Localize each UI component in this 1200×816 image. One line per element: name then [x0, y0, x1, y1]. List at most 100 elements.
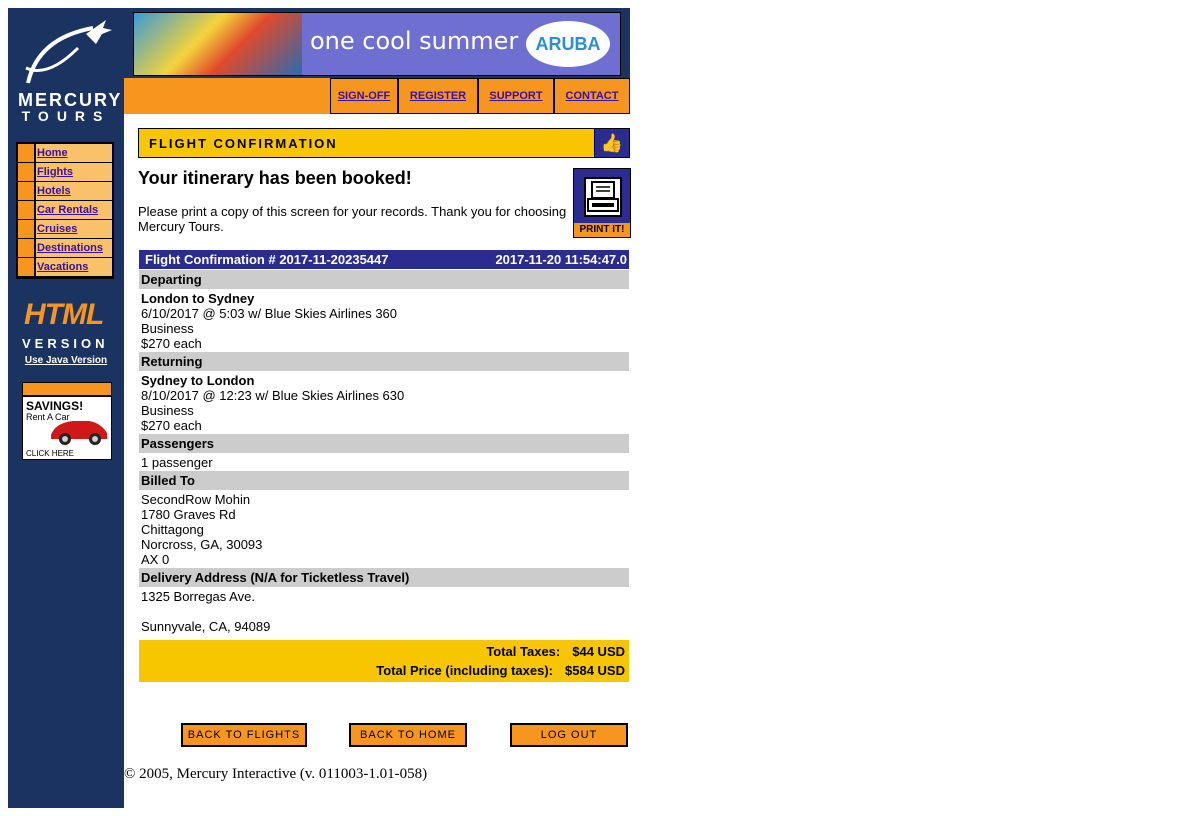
nav-bullet	[18, 144, 34, 162]
departing-price: $270 each	[141, 336, 202, 351]
back-to-home-button[interactable]: BACK TO HOME	[349, 723, 467, 747]
departing-header: Departing	[139, 270, 629, 289]
logo-line2: TOURS	[21, 108, 111, 124]
top-menu: SIGN-OFF REGISTER SUPPORT CONTACT	[124, 78, 630, 114]
returning-class: Business	[141, 403, 194, 418]
nav-bullet	[18, 239, 34, 257]
menu-item-contact: CONTACT	[554, 78, 630, 114]
menu-item-register: REGISTER	[398, 78, 478, 114]
top-banner: one cool summer ARUBA	[124, 8, 630, 78]
nav-link-flights[interactable]: Flights	[37, 166, 73, 178]
side-nav: Home Flights Hotels Car Rentals Cruises …	[16, 142, 114, 279]
mercury-tours-logo[interactable]: MERCURY TOURS	[8, 8, 124, 138]
nav-item-hotels: Hotels	[18, 182, 112, 200]
aruba-ad[interactable]: one cool summer ARUBA	[133, 12, 621, 76]
html-badge-text: HTML	[24, 298, 104, 331]
menu-item-signoff: SIGN-OFF	[330, 78, 398, 114]
nav-link-car-rentals[interactable]: Car Rentals	[37, 204, 98, 216]
savings-ad-banner[interactable]: SAVINGS! Rent A Car CLICK HERE	[22, 382, 112, 460]
confirmation-table: Flight Confirmation # 2017-11-20235447 2…	[139, 250, 629, 682]
booked-heading: Your itinerary has been booked!	[138, 168, 412, 188]
nav-link-cruises[interactable]: Cruises	[37, 223, 77, 235]
aruba-logo: ARUBA	[526, 21, 610, 67]
ad-cta: CLICK HERE	[26, 449, 75, 458]
departing-flight: 6/10/2017 @ 5:03 w/ Blue Skies Airlines …	[141, 306, 398, 321]
nav-bullet	[18, 220, 34, 238]
print-it-button[interactable]: PRINT IT!	[573, 168, 631, 238]
nav-item-destinations: Destinations	[18, 239, 112, 257]
taxes-label: Total Taxes:	[486, 644, 561, 659]
passengers-header: Passengers	[139, 434, 629, 453]
taxes-value: $44 USD	[572, 644, 625, 659]
nav-bullet	[18, 182, 34, 200]
confirmation-timestamp: 2017-11-20 11:54:47.0	[495, 252, 627, 267]
thumbs-up-icon: 👍	[594, 129, 629, 157]
register-link[interactable]: REGISTER	[410, 90, 466, 102]
returning-flight: 8/10/2017 @ 12:23 w/ Blue Skies Airlines…	[141, 388, 405, 403]
version-badge-text: VERSION	[22, 336, 109, 351]
red-car-icon	[51, 421, 107, 445]
billed-street: 1780 Graves Rd	[141, 507, 236, 522]
passengers-details: 1 passenger	[139, 453, 629, 470]
ad-title: SAVINGS!	[26, 399, 84, 413]
nav-item-car-rentals: Car Rentals	[18, 201, 112, 219]
nav-item-cruises: Cruises	[18, 220, 112, 238]
billed-card: AX 0	[141, 552, 170, 567]
back-to-flights-button[interactable]: BACK TO FLIGHTS	[181, 723, 307, 747]
page-title: FLIGHT CONFIRMATION	[149, 136, 338, 151]
billed-to-header: Billed To	[139, 471, 629, 490]
nav-item-vacations: Vacations	[18, 258, 112, 276]
contact-link[interactable]: CONTACT	[566, 90, 619, 102]
nav-item-flights: Flights	[18, 163, 112, 181]
nav-link-home[interactable]: Home	[37, 147, 68, 159]
airplane-swoosh-icon	[25, 20, 112, 84]
billed-to-details: SecondRow Mohin 1780 Graves Rd Chittagon…	[139, 490, 629, 567]
returning-price: $270 each	[141, 418, 202, 433]
returning-details: Sydney to London 8/10/2017 @ 12:23 w/ Bl…	[139, 371, 629, 433]
returning-route: Sydney to London	[141, 373, 255, 388]
html-version-badge: HTML VERSION	[20, 298, 116, 354]
delivery-city: Sunnyvale, CA, 94089	[141, 619, 271, 634]
taxes-row: Total Taxes: $44 USD	[486, 644, 625, 659]
departing-details: London to Sydney 6/10/2017 @ 5:03 w/ Blu…	[139, 289, 629, 351]
delivery-blank-line	[141, 604, 629, 619]
printer-icon	[584, 177, 622, 217]
menu-item-support: SUPPORT	[478, 78, 554, 114]
print-message: Please print a copy of this screen for y…	[138, 204, 567, 234]
nav-item-home: Home	[18, 144, 112, 162]
java-version-link[interactable]: Use Java Version	[12, 355, 120, 366]
total-price-value: $584 USD	[565, 663, 625, 678]
signoff-link[interactable]: SIGN-OFF	[338, 90, 391, 102]
nav-link-vacations[interactable]: Vacations	[37, 261, 88, 273]
billed-region: Norcross, GA, 30093	[141, 537, 263, 552]
returning-header: Returning	[139, 352, 629, 371]
delivery-details: 1325 Borregas Ave. Sunnyvale, CA, 94089	[139, 587, 629, 634]
nav-link-hotels[interactable]: Hotels	[37, 185, 71, 197]
nav-link-destinations[interactable]: Destinations	[37, 242, 103, 254]
nav-bullet	[18, 163, 34, 181]
ad-stripe	[23, 383, 111, 397]
delivery-header: Delivery Address (N/A for Ticketless Tra…	[139, 568, 629, 587]
support-link[interactable]: SUPPORT	[489, 90, 542, 102]
footer-copyright: © 2005, Mercury Interactive (v. 011003-1…	[124, 766, 428, 782]
confirmation-number: Flight Confirmation # 2017-11-20235447	[145, 252, 389, 267]
departing-class: Business	[141, 321, 194, 336]
total-price-row: Total Price (including taxes): $584 USD	[376, 663, 625, 678]
print-it-label: PRINT IT!	[574, 223, 630, 237]
confirmation-header: Flight Confirmation # 2017-11-20235447 2…	[139, 250, 629, 269]
departing-route: London to Sydney	[141, 291, 255, 306]
delivery-street: 1325 Borregas Ave.	[141, 589, 255, 604]
banner-text: one cool summer	[310, 27, 519, 55]
billed-name: SecondRow Mohin	[141, 492, 251, 507]
left-sidebar: MERCURY TOURS Home Flights Hotels Car Re…	[8, 8, 124, 808]
passenger-count: 1 passenger	[141, 455, 213, 470]
nav-bullet	[18, 258, 34, 276]
page-title-bar: FLIGHT CONFIRMATION 👍	[138, 128, 630, 158]
nav-bullet	[18, 201, 34, 219]
billed-city: Chittagong	[141, 522, 204, 537]
total-price-label: Total Price (including taxes):	[376, 663, 554, 678]
banner-photo	[134, 13, 302, 75]
log-out-button[interactable]: LOG OUT	[510, 723, 628, 747]
aruba-logo-text: ARUBA	[535, 33, 601, 54]
totals-box: Total Taxes: $44 USD Total Price (includi…	[139, 640, 629, 682]
